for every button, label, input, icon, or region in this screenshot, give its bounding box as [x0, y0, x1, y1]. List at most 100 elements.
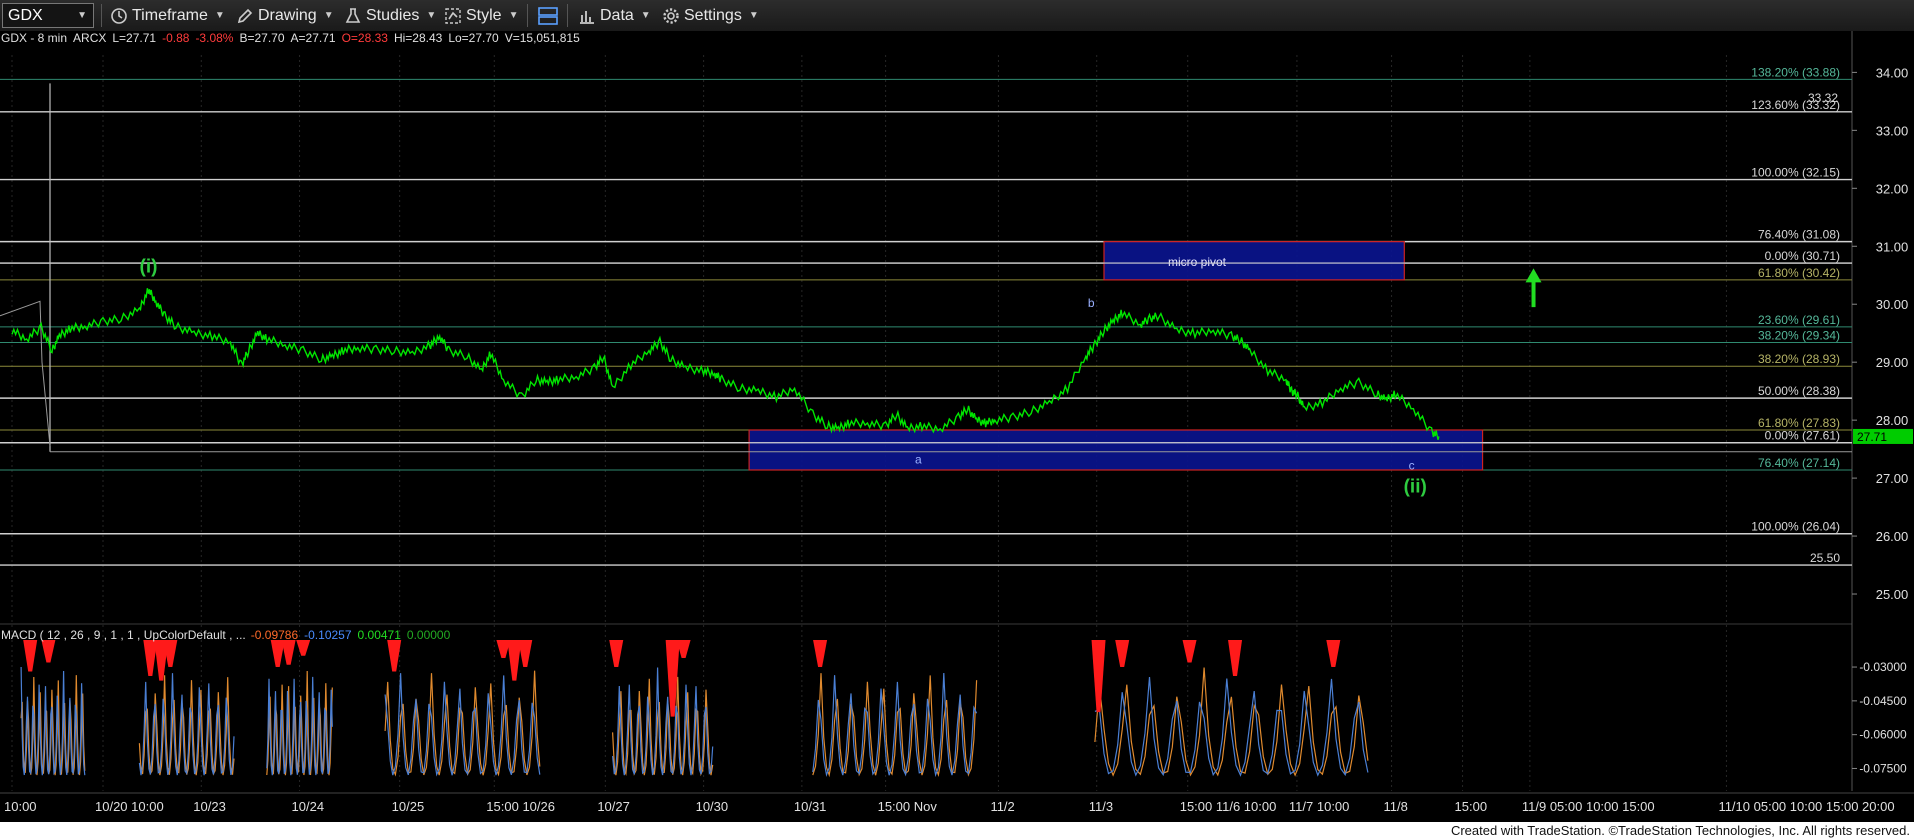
- layout-icon: [538, 6, 558, 25]
- fib-level-label: 76.40% (31.08): [1758, 228, 1840, 242]
- gear-icon: [663, 7, 679, 24]
- chevron-down-icon: ▼: [77, 10, 87, 21]
- studies-button[interactable]: Studies ▼: [344, 0, 436, 31]
- time-tick-label: 11/3: [1089, 799, 1113, 814]
- studies-label: Studies: [366, 6, 420, 24]
- clock-icon: [111, 7, 127, 24]
- chevron-down-icon: ▼: [426, 10, 437, 21]
- timeframe-label: Timeframe: [132, 6, 208, 24]
- price-tick-label: 26.00: [1876, 529, 1909, 544]
- price-tick-label: 33.00: [1876, 123, 1909, 138]
- info-high: Hi=28.43: [394, 31, 443, 45]
- layout-button[interactable]: [537, 0, 563, 31]
- fib-level-label: 38.20% (29.34): [1758, 328, 1840, 342]
- price-tick-label: 30.00: [1876, 297, 1909, 312]
- symbol-input[interactable]: GDX ▼: [2, 3, 94, 28]
- price-tick-label: 25.00: [1876, 587, 1909, 602]
- time-tick-label: 10:00: [4, 799, 37, 814]
- drawing-label: Drawing: [258, 6, 317, 24]
- last-price-label: 27.71: [1857, 430, 1887, 444]
- wave-label: b: [1088, 296, 1095, 310]
- toolbar: GDX ▼ Timeframe ▼ Drawing ▼ Studies ▼ Style…: [0, 0, 1914, 32]
- price-tick-label: 29.00: [1876, 355, 1909, 370]
- timeframe-button[interactable]: Timeframe ▼: [110, 0, 225, 31]
- price-tick-label: 27.00: [1876, 471, 1909, 486]
- zone-label: micro pivot: [1168, 255, 1227, 269]
- time-tick-label: 10/27: [597, 799, 630, 814]
- time-tick-label: 15:00: [1455, 799, 1488, 814]
- time-tick-label: 10/30: [696, 799, 729, 814]
- settings-button[interactable]: Settings ▼: [662, 0, 759, 31]
- info-change: -0.88: [162, 31, 190, 45]
- macd-tick-label: -0.03000: [1859, 660, 1907, 674]
- wave-label: a: [915, 453, 922, 467]
- macd-tick-label: -0.06000: [1859, 728, 1907, 742]
- info-last: L=27.71: [112, 31, 156, 45]
- price-tick-label: 28.00: [1876, 413, 1909, 428]
- toolbar-separator: [567, 4, 568, 27]
- footer: Created with TradeStation. ©TradeStation…: [0, 822, 1914, 840]
- time-tick-label: 11/9 05:00 10:00 15:00: [1522, 799, 1655, 814]
- time-tick-label: 15:00 Nov: [878, 799, 938, 814]
- wave-label: c: [1409, 458, 1415, 472]
- price-tick-label: 34.00: [1876, 65, 1909, 80]
- info-volume: V=15,051,815: [505, 31, 580, 45]
- pencil-icon: [237, 8, 253, 23]
- data-label: Data: [600, 6, 634, 24]
- price-tick-label: 32.00: [1876, 181, 1909, 196]
- wave-label: (ii): [1404, 477, 1427, 498]
- fib-level-label: 25.50: [1810, 551, 1840, 565]
- price-tick-label: 31.00: [1876, 239, 1909, 254]
- chevron-down-icon: ▼: [640, 10, 651, 21]
- time-tick-label: 10/23: [193, 799, 226, 814]
- info-symbol: GDX - 8 min ARCX L=27.71 -0.88 -3.08% B=27.7…: [1, 31, 580, 45]
- time-tick-label: 11/2: [990, 799, 1014, 814]
- price-chart[interactable]: 138.20% (33.88)123.60% (33.32)100.00% (3…: [0, 31, 1914, 822]
- fib-level-label: 0.00% (30.71): [1765, 249, 1840, 263]
- time-tick-label: 15:00 10/26: [486, 799, 555, 814]
- fib-level-label: 61.80% (30.42): [1758, 266, 1840, 280]
- data-button[interactable]: Data ▼: [578, 0, 651, 31]
- chevron-down-icon: ▼: [508, 10, 519, 21]
- chevron-down-icon: ▼: [323, 10, 334, 21]
- fib-level-label: 23.60% (29.61): [1758, 313, 1840, 327]
- fib-level-label: 50.00% (28.38): [1758, 384, 1840, 398]
- fib-level-label: 76.40% (27.14): [1758, 456, 1840, 470]
- bar-chart-icon: [580, 10, 594, 24]
- macd-legend-v2: -0.10257: [304, 628, 352, 642]
- flask-icon: [345, 7, 361, 23]
- style-button[interactable]: Style ▼: [444, 0, 518, 31]
- target-zone-box: [748, 429, 1484, 471]
- price-level-label: 33.32: [1808, 91, 1838, 105]
- time-tick-label: 11/8: [1384, 799, 1408, 814]
- fib-level-label: 100.00% (26.04): [1751, 520, 1840, 534]
- macd-legend-v4: 0.00000: [407, 628, 451, 642]
- time-tick-label: 11/10 05:00 10:00 15:00 20:00: [1718, 799, 1894, 814]
- time-tick-label: 11/7 10:00: [1289, 799, 1349, 814]
- info-change-pct: -3.08%: [195, 31, 233, 45]
- chevron-down-icon: ▼: [214, 10, 225, 21]
- style-icon: [445, 7, 461, 24]
- style-label: Style: [466, 6, 502, 24]
- toolbar-separator: [101, 4, 102, 27]
- time-tick-label: 10/20 10:00: [95, 799, 164, 814]
- symbol-value: GDX: [8, 6, 43, 24]
- fib-level-label: 38.20% (28.93): [1758, 352, 1840, 366]
- macd-legend-name: MACD ( 12 , 26 , 9 , 1 , 1 , UpColorDefa…: [1, 628, 246, 642]
- footer-text: Created with TradeStation. ©TradeStation…: [1450, 823, 1910, 838]
- fib-level-label: 100.00% (32.15): [1751, 166, 1840, 180]
- macd-tick-label: -0.07500: [1859, 761, 1907, 775]
- info-low: Lo=27.70: [448, 31, 499, 45]
- chevron-down-icon: ▼: [748, 10, 759, 21]
- time-tick-label: 10/25: [392, 799, 425, 814]
- time-tick-label: 10/31: [794, 799, 827, 814]
- info-bid: B=27.70: [239, 31, 284, 45]
- time-tick-label: 10/24: [292, 799, 325, 814]
- macd-legend: MACD ( 12 , 26 , 9 , 1 , 1 , UpColorDefa…: [1, 628, 451, 642]
- fib-level-label: 0.00% (27.61): [1765, 429, 1840, 443]
- toolbar-separator: [527, 4, 528, 27]
- settings-label: Settings: [684, 6, 742, 24]
- drawing-button[interactable]: Drawing ▼: [236, 0, 334, 31]
- macd-legend-v1: -0.09786: [251, 628, 299, 642]
- fib-level-label: 138.20% (33.88): [1751, 65, 1840, 79]
